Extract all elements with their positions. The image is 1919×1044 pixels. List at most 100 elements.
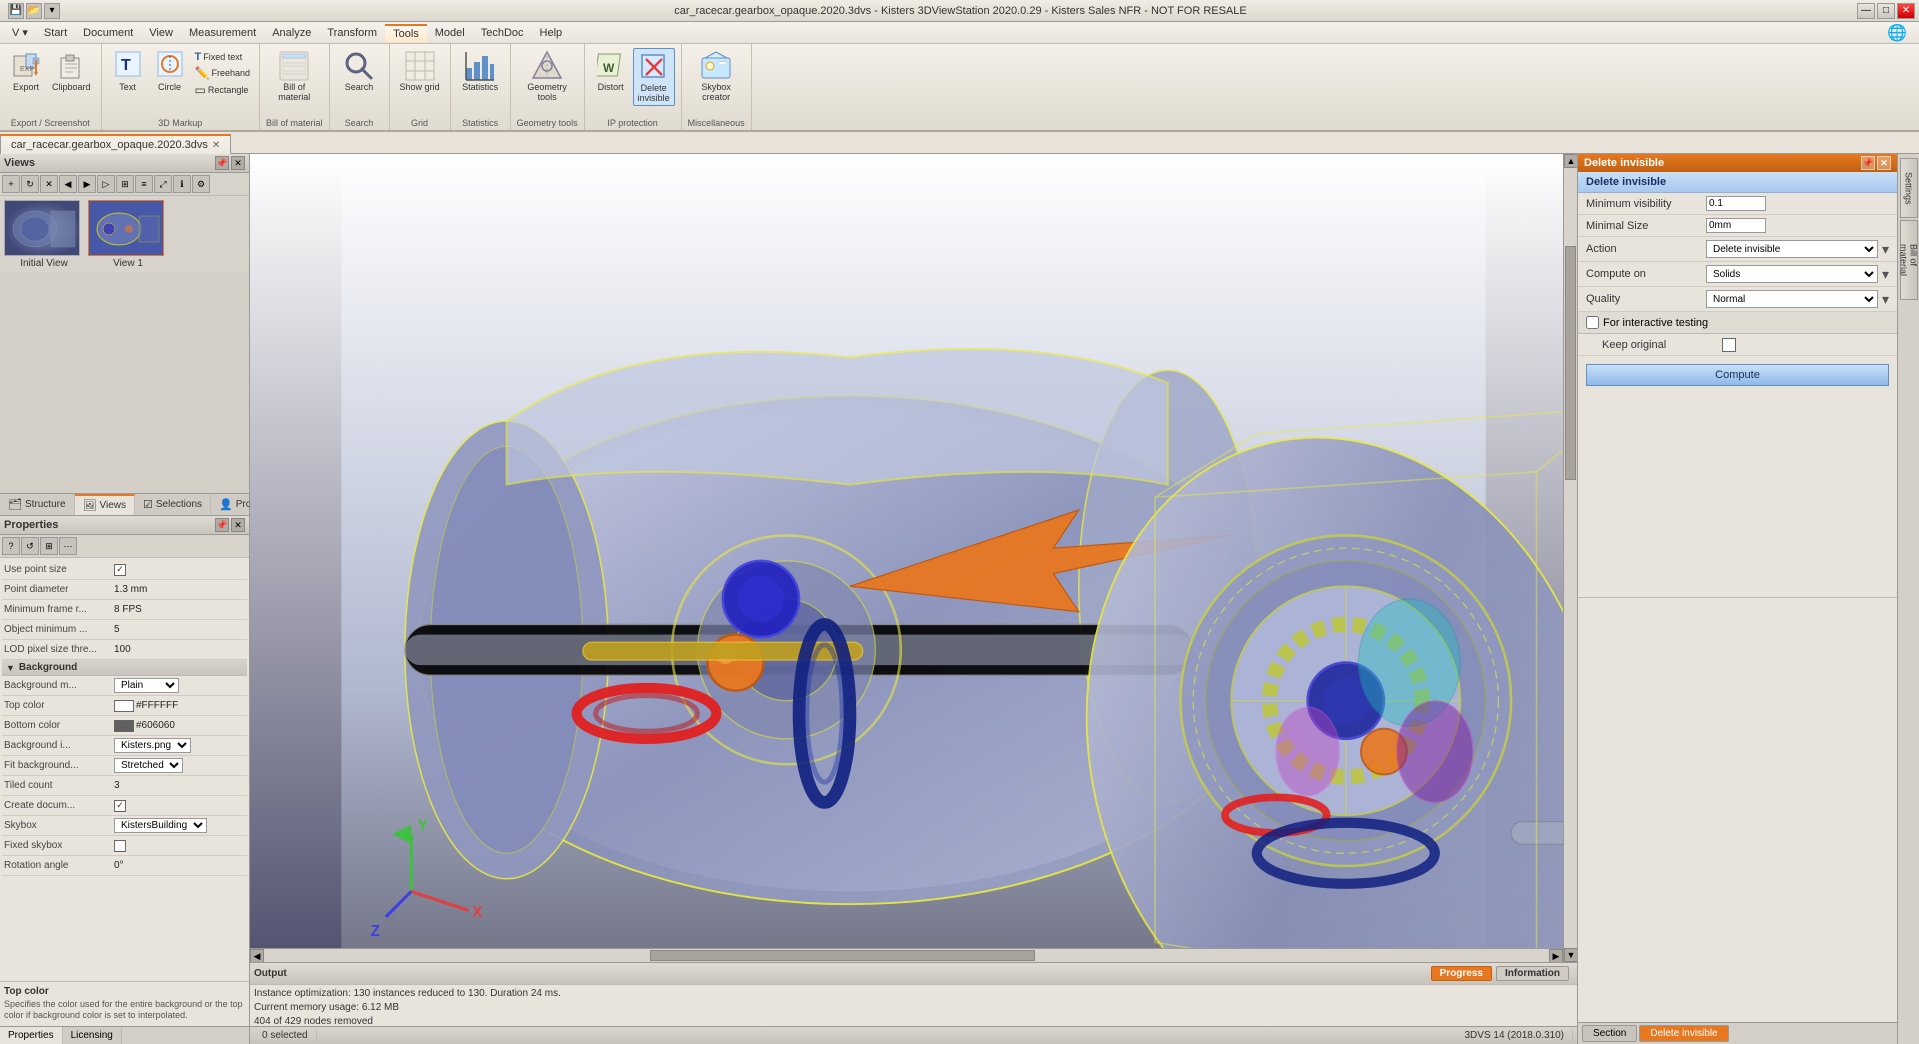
prop-create-doc-checkbox[interactable] [114,800,126,812]
bottom-color-swatch[interactable] [114,720,134,732]
menu-v[interactable]: V ▾ [4,24,36,41]
view1-thumb[interactable]: View 1 [88,200,168,269]
prop-fixed-skybox-checkbox[interactable] [114,840,126,852]
prop-skybox-select[interactable]: KistersBuilding [114,818,207,833]
views-tb-left[interactable]: ◀ [59,175,77,193]
keep-original-checkbox[interactable] [1722,338,1736,352]
vp-sb-right-btn[interactable]: ▶ [1549,949,1563,963]
open-quick-btn[interactable]: 📂 [26,3,42,19]
text-button[interactable]: T Text [108,48,148,94]
views-tb-list[interactable]: ≡ [135,175,153,193]
initial-view-thumb[interactable]: Initial View [4,200,84,269]
compute-on-select[interactable]: Solids All Selected [1706,265,1878,283]
views-pin-btn[interactable]: 📌 [215,156,229,170]
props-tb-2[interactable]: ↺ [21,537,39,555]
menu-model[interactable]: Model [427,25,473,41]
skybox-button[interactable]: Skyboxcreator [696,48,736,104]
information-tab[interactable]: Information [1496,966,1569,981]
right-panel-close[interactable]: ✕ [1877,156,1891,170]
menu-techdoc[interactable]: TechDoc [473,25,532,41]
minimal-size-input[interactable] [1706,218,1766,233]
right-panel-pin[interactable]: 📌 [1861,156,1875,170]
vp-sb-vertical-track[interactable] [1564,168,1577,948]
minimize-button[interactable]: — [1857,3,1875,19]
export-button[interactable]: EXP Export [6,48,46,94]
delete-invisible-bottom-tab[interactable]: Delete invisible [1639,1025,1728,1042]
views-tb-delete[interactable]: ✕ [40,175,58,193]
menu-start[interactable]: Start [36,25,75,41]
showgrid-button[interactable]: Show grid [396,48,444,94]
props-tb-3[interactable]: ⊞ [40,537,58,555]
close-button[interactable]: ✕ [1897,3,1915,19]
vp-sb-horizontal-thumb[interactable] [650,950,1036,961]
vp-sb-left-btn[interactable]: ◀ [250,949,264,963]
vp-sb-horizontal-track[interactable] [264,949,1549,962]
top-color-swatch[interactable] [114,700,134,712]
prop-use-point-size-checkbox[interactable] [114,564,126,576]
structure-tab[interactable]: 🗂 Structure [0,494,75,515]
licensing-bottom-tab[interactable]: Licensing [63,1027,122,1044]
vp-sb-vertical-thumb[interactable] [1565,246,1576,480]
save-quick-btn[interactable]: 💾 [8,3,24,19]
prop-fit-bg-select[interactable]: StretchedTiledCentered [114,758,183,773]
action-select[interactable]: Delete invisible Hide invisible Select i… [1706,240,1878,258]
bom-button[interactable]: Bill ofmaterial [274,48,314,104]
distort-button[interactable]: W Distort [591,48,631,94]
prop-bg-mode-select[interactable]: PlainGradientImage [114,678,179,693]
menu-tools[interactable]: Tools [385,24,427,42]
quality-dropdown-arrow[interactable]: ▾ [1882,291,1889,308]
views-tb-settings[interactable]: ⚙ [192,175,210,193]
background-section[interactable]: ▼ Background [2,660,247,676]
views-tb-right[interactable]: ▶ [78,175,96,193]
section-bottom-tab[interactable]: Section [1582,1025,1637,1042]
freehand-button[interactable]: ✏️ Freehand [192,65,253,81]
views-tb-grid[interactable]: ⊞ [116,175,134,193]
props-tb-1[interactable]: ? [2,537,20,555]
clipboard-button[interactable]: Clipboard [48,48,95,94]
circle-button[interactable]: Circle [150,48,190,94]
menu-transform[interactable]: Transform [319,25,385,41]
selections-tab[interactable]: ☑ Selections [135,494,211,515]
file-tab-close[interactable]: ✕ [212,140,220,151]
views-tb-expand[interactable]: ⤢ [154,175,172,193]
menu-view[interactable]: View [141,25,181,41]
vp-sb-up-btn[interactable]: ▲ [1564,154,1577,168]
globe-icon[interactable]: 🌐 [1879,23,1915,43]
fixed-text-button[interactable]: T Fixed text [192,50,253,64]
search-button[interactable]: Search [339,48,379,94]
file-tab[interactable]: car_racecar.gearbox_opaque.2020.3dvs ✕ [0,134,231,154]
rectangle-button[interactable]: ▭ Rectangle [192,82,253,98]
bom-side-tab[interactable]: Bill ofmaterial [1900,220,1918,300]
geometry-button[interactable]: Geometrytools [523,48,571,104]
quality-select[interactable]: Normal High Low [1706,290,1878,308]
views-tb-anim[interactable]: ▷ [97,175,115,193]
props-tb-4[interactable]: ⋯ [59,537,77,555]
menu-analyze[interactable]: Analyze [264,25,319,41]
progress-tab[interactable]: Progress [1431,966,1492,981]
menu-document[interactable]: Document [75,25,141,41]
for-interactive-section[interactable]: For interactive testing [1578,312,1897,334]
action-dropdown-arrow[interactable]: ▾ [1882,241,1889,258]
properties-bottom-tab[interactable]: Properties [0,1027,63,1044]
views-tb-new[interactable]: + [2,175,20,193]
views-tb-update[interactable]: ↻ [21,175,39,193]
views-close-btn[interactable]: ✕ [231,156,245,170]
compute-on-dropdown-arrow[interactable]: ▾ [1882,266,1889,283]
props-close-btn[interactable]: ✕ [231,518,245,532]
props-pin-btn[interactable]: 📌 [215,518,229,532]
delete-invisible-button[interactable]: Deleteinvisible [633,48,675,106]
for-interactive-checkbox[interactable] [1586,316,1599,329]
min-visibility-input[interactable] [1706,196,1766,211]
statistics-button[interactable]: Statistics [458,48,502,94]
menu-help[interactable]: Help [532,25,571,41]
viewport[interactable]: Y X Z ▲ ▼ ◀ [250,154,1577,1044]
views-nav-tab[interactable]: 🖼 Views [75,494,135,515]
compute-button[interactable]: Compute [1586,364,1889,386]
views-tb-info[interactable]: ℹ [173,175,191,193]
maximize-button[interactable]: □ [1877,3,1895,19]
settings-side-tab[interactable]: Settings [1900,158,1918,218]
prop-bg-img-select[interactable]: Kisters.png [114,738,191,753]
vp-sb-down-btn[interactable]: ▼ [1564,948,1577,962]
menu-measurement[interactable]: Measurement [181,25,264,41]
dropdown-quick-btn[interactable]: ▾ [44,3,60,19]
